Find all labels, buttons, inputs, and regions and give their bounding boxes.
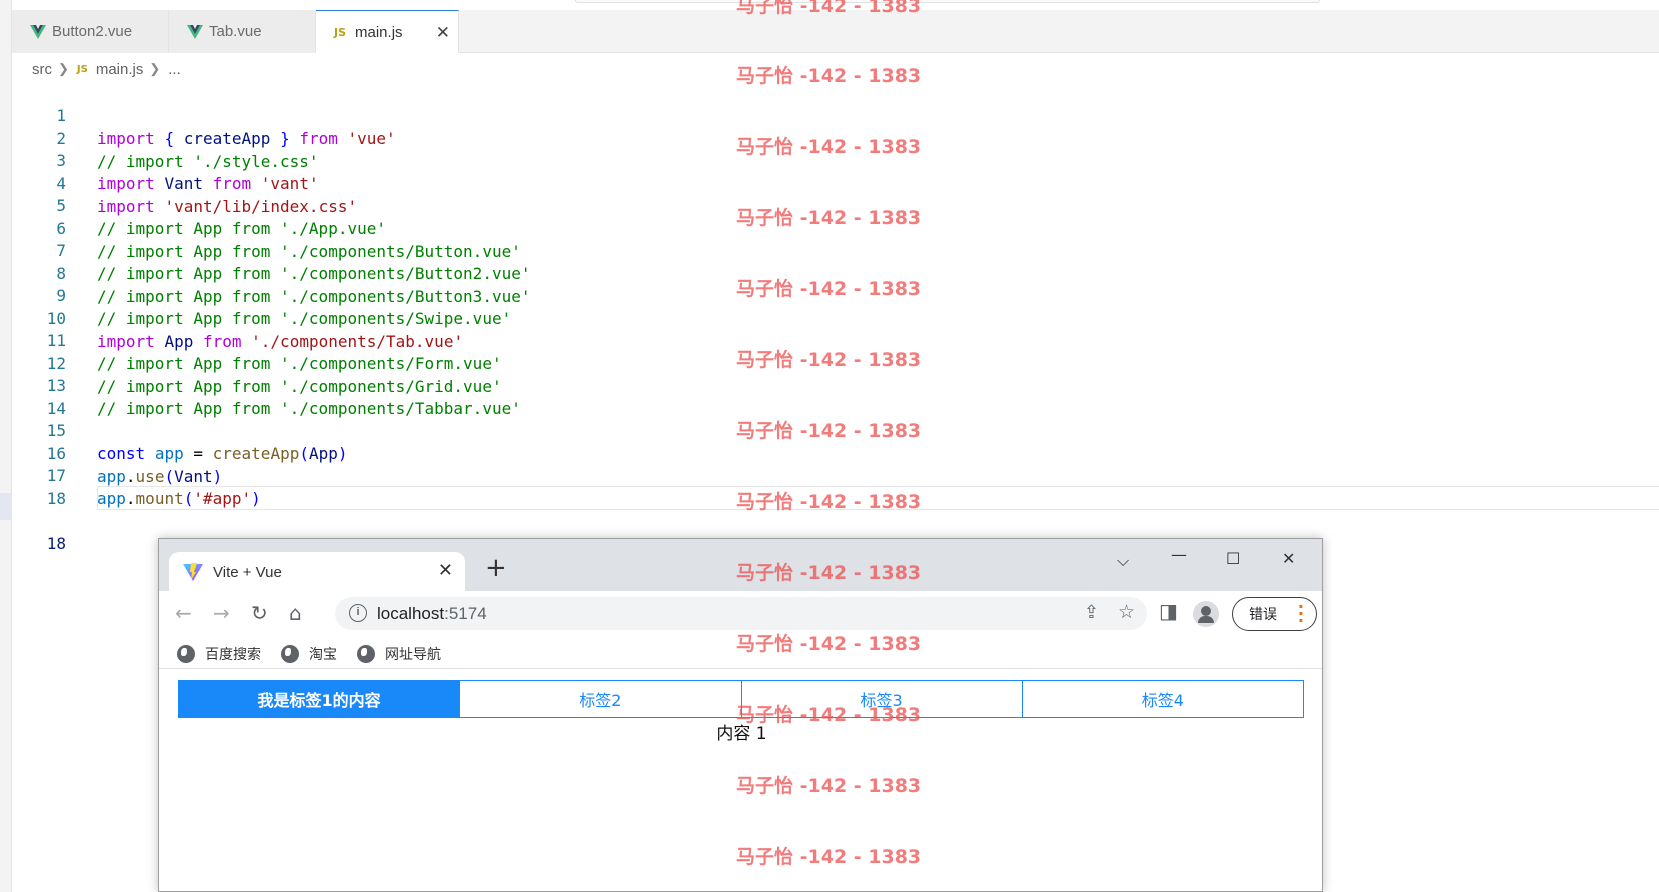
breadcrumb-file[interactable]: main.js <box>96 61 144 78</box>
browser-window: Vite + Vue ✕ + ⌵ — ☐ ✕ ← → ↻ ⌂ i localho… <box>158 538 1323 892</box>
bookmark-item[interactable]: 网址导航 <box>357 644 441 664</box>
vant-tabs: 我是标签1的内容 标签2 标签3 标签4 <box>178 680 1304 718</box>
code-line: 1 import { createApp } from 'vue' <box>0 81 1659 148</box>
chevron-right-icon: ❯ <box>149 61 161 76</box>
forward-arrow-icon[interactable]: → <box>213 601 230 625</box>
profile-avatar-icon[interactable] <box>1193 601 1219 627</box>
error-button[interactable]: 错误 · · · <box>1232 597 1317 631</box>
code-line: 16 app.use(Vant) <box>0 419 1659 486</box>
vant-tab-3[interactable]: 标签3 <box>740 681 1022 717</box>
code-line: 10 import App from './components/Tab.vue… <box>0 284 1659 351</box>
browser-tab[interactable]: Vite + Vue ✕ <box>169 552 465 592</box>
code-line: 3 import Vant from 'vant' <box>0 126 1659 193</box>
code-line: 17 app.mount('#app') <box>0 441 1659 508</box>
tab-label: Button2.vue <box>52 23 133 40</box>
code-line: 4 import 'vant/lib/index.css' <box>0 149 1659 216</box>
home-icon[interactable]: ⌂ <box>289 601 302 625</box>
url-host: localhost <box>377 603 445 623</box>
info-icon[interactable]: i <box>349 604 367 622</box>
code-line: 18 <box>0 464 1659 508</box>
minimize-icon[interactable]: — <box>1171 545 1187 564</box>
more-vert-icon: · · · <box>1297 597 1304 630</box>
browser-toolbar: ← → ↻ ⌂ i localhost:5174 ⇪ ☆ ◨ 错误 · · · <box>159 591 1322 636</box>
tab-label: main.js <box>355 23 403 41</box>
breadcrumb-folder[interactable]: src <box>32 61 52 78</box>
close-window-icon[interactable]: ✕ <box>1282 549 1295 568</box>
code-line-current: 18 18 <box>0 486 1659 553</box>
tab-button2-vue[interactable]: Button2.vue <box>12 10 169 53</box>
tab-content: 内容 1 <box>716 724 767 744</box>
js-icon: JS <box>76 63 88 75</box>
code-line: 15 const app = createApp(App) <box>0 396 1659 463</box>
browser-tab-title: Vite + Vue <box>213 563 282 581</box>
tab-label: Tab.vue <box>209 23 262 40</box>
address-bar[interactable]: i localhost:5174 ⇪ ☆ <box>335 597 1147 630</box>
vant-tab-4[interactable]: 标签4 <box>1021 681 1303 717</box>
error-label: 错误 <box>1249 607 1277 623</box>
tab-main-js[interactable]: JS main.js ✕ <box>316 10 459 53</box>
bookmarks-bar: 百度搜索 淘宝 网址导航 <box>159 636 1322 669</box>
js-icon: JS <box>334 25 347 39</box>
line-number-current: 18 <box>46 534 66 553</box>
breadcrumb-more[interactable]: ... <box>168 61 181 78</box>
command-center-strip[interactable] <box>575 0 1320 3</box>
code-line: 12 // import App from './components/Grid… <box>0 329 1659 396</box>
breadcrumb: src ❯ JS main.js ❯ ... <box>32 58 181 80</box>
code-line: 7 // import App from './components/Butto… <box>0 216 1659 283</box>
maximize-icon[interactable]: ☐ <box>1226 549 1240 568</box>
url-port: :5174 <box>444 603 487 623</box>
globe-icon <box>281 645 299 663</box>
side-panel-icon[interactable]: ◨ <box>1159 599 1178 623</box>
bookmark-item[interactable]: 百度搜索 <box>177 644 261 664</box>
chevron-down-icon[interactable]: ⌵ <box>1117 551 1129 571</box>
vant-tab-1[interactable]: 我是标签1的内容 <box>179 681 460 717</box>
globe-icon <box>357 645 375 663</box>
code-line: 5 // import App from './App.vue' <box>0 171 1659 238</box>
close-icon[interactable]: ✕ <box>436 23 450 43</box>
vue-icon <box>30 24 46 39</box>
vite-icon <box>183 563 203 581</box>
globe-icon <box>177 645 195 663</box>
back-arrow-icon[interactable]: ← <box>175 601 192 625</box>
close-icon[interactable]: ✕ <box>438 560 453 581</box>
vue-icon <box>187 24 203 39</box>
new-tab-icon[interactable]: + <box>485 553 507 583</box>
star-icon[interactable]: ☆ <box>1118 601 1135 624</box>
code-line: 6 // import App from './components/Butto… <box>0 194 1659 261</box>
code-line: 11 // import App from './components/Form… <box>0 306 1659 373</box>
bookmark-item[interactable]: 淘宝 <box>281 644 337 664</box>
code-line: 14 <box>0 374 1659 418</box>
code-line: 9 // import App from './components/Swipe… <box>0 261 1659 328</box>
tab-tab-vue[interactable]: Tab.vue <box>169 10 316 53</box>
share-icon[interactable]: ⇪ <box>1084 602 1099 623</box>
editor-tabbar: Button2.vue Tab.vue JS main.js ✕ <box>12 10 1659 53</box>
browser-titlebar: Vite + Vue ✕ + ⌵ — ☐ ✕ <box>159 539 1322 592</box>
chevron-right-icon: ❯ <box>58 61 69 76</box>
code-line: 13 // import App from './components/Tabb… <box>0 351 1659 418</box>
reload-icon[interactable]: ↻ <box>251 601 268 625</box>
code-line: 8 // import App from './components/Butto… <box>0 239 1659 306</box>
vant-tab-2[interactable]: 标签2 <box>459 681 740 717</box>
code-line: 2 // import './style.css' <box>0 104 1659 171</box>
